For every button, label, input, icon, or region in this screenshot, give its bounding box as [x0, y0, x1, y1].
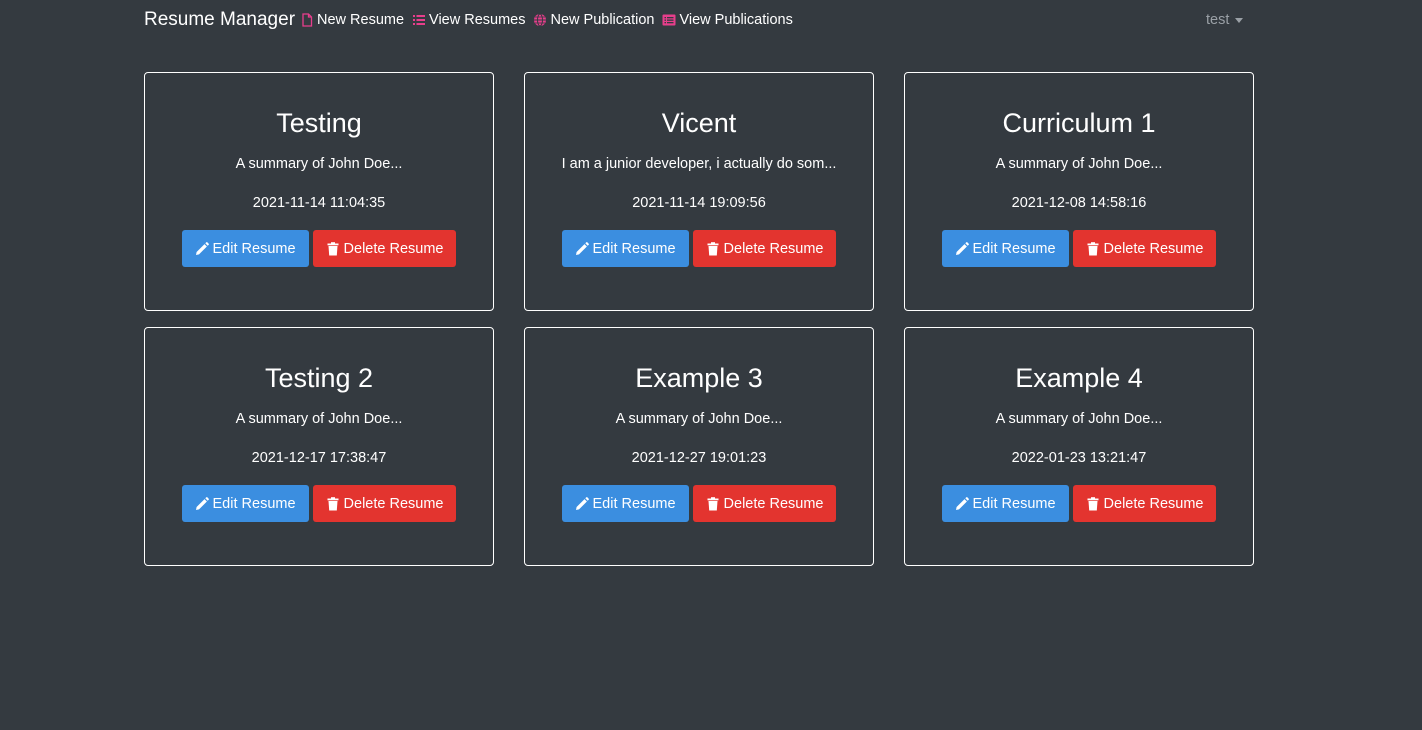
edit-resume-label: Edit Resume: [592, 240, 676, 257]
list-icon: [413, 15, 426, 25]
edit-resume-button[interactable]: Edit Resume: [181, 230, 309, 267]
delete-resume-label: Delete Resume: [723, 495, 824, 512]
list-alt-icon: [662, 14, 676, 26]
resume-title: Example 4: [1015, 363, 1143, 393]
trash-icon: [327, 496, 339, 510]
trash-icon: [1087, 496, 1099, 510]
delete-resume-button[interactable]: Delete Resume: [692, 230, 837, 267]
resume-summary: A summary of John Doe...: [615, 411, 783, 427]
edit-resume-button[interactable]: Edit Resume: [941, 485, 1069, 522]
edit-resume-button[interactable]: Edit Resume: [561, 230, 689, 267]
delete-resume-button[interactable]: Delete Resume: [1072, 485, 1217, 522]
resume-title: Curriculum 1: [1002, 108, 1156, 138]
pencil-icon: [955, 496, 969, 510]
trash-icon: [707, 496, 719, 510]
resume-summary: I am a junior developer, i actually do s…: [561, 156, 837, 172]
resume-title: Example 3: [635, 363, 763, 393]
delete-resume-label: Delete Resume: [723, 240, 824, 257]
nav-view-resumes[interactable]: View Resumes: [412, 12, 525, 28]
resume-date: 2021-11-14 11:04:35: [252, 195, 386, 211]
resume-card: Example 4 A summary of John Doe... 2022-…: [904, 327, 1254, 566]
trash-icon: [327, 241, 339, 255]
pencil-icon: [955, 241, 969, 255]
resume-actions: Edit Resume Delete Resume: [905, 485, 1253, 522]
trash-icon: [707, 241, 719, 255]
edit-resume-button[interactable]: Edit Resume: [561, 485, 689, 522]
delete-resume-label: Delete Resume: [1103, 240, 1204, 257]
user-name: test: [1206, 12, 1230, 28]
edit-resume-label: Edit Resume: [212, 495, 296, 512]
nav-view-publications[interactable]: View Publications: [662, 12, 793, 28]
pencil-icon: [195, 496, 209, 510]
nav-links: New Resume View Resumes New Publication: [300, 12, 793, 28]
resume-title: Testing 2: [264, 363, 374, 393]
nav-view-publications-label: View Publications: [679, 12, 793, 28]
nav-new-resume[interactable]: New Resume: [300, 12, 404, 28]
resume-card: Testing 2 A summary of John Doe... 2021-…: [144, 327, 494, 566]
globe-icon: [534, 13, 547, 27]
delete-resume-label: Delete Resume: [1103, 495, 1204, 512]
resume-date: 2021-11-14 19:09:56: [632, 195, 766, 211]
resume-summary: A summary of John Doe...: [235, 156, 403, 172]
resume-actions: Edit Resume Delete Resume: [525, 230, 873, 267]
resume-card: Vicent I am a junior developer, i actual…: [524, 72, 874, 311]
edit-resume-label: Edit Resume: [972, 240, 1056, 257]
navbar: Resume Manager New Resume View Resumes N…: [0, 0, 1422, 42]
resume-actions: Edit Resume Delete Resume: [145, 485, 493, 522]
resume-title: Vicent: [661, 108, 737, 138]
delete-resume-button[interactable]: Delete Resume: [312, 485, 457, 522]
resume-summary: A summary of John Doe...: [995, 156, 1163, 172]
edit-resume-button[interactable]: Edit Resume: [181, 485, 309, 522]
edit-resume-button[interactable]: Edit Resume: [941, 230, 1069, 267]
caret-down-icon: [1235, 17, 1244, 23]
pencil-icon: [575, 496, 589, 510]
resume-actions: Edit Resume Delete Resume: [145, 230, 493, 267]
resume-card: Curriculum 1 A summary of John Doe... 20…: [904, 72, 1254, 311]
resume-date: 2021-12-08 14:58:16: [1011, 195, 1147, 211]
trash-icon: [1087, 241, 1099, 255]
nav-new-resume-label: New Resume: [317, 12, 405, 28]
edit-resume-label: Edit Resume: [592, 495, 676, 512]
edit-resume-label: Edit Resume: [972, 495, 1056, 512]
brand[interactable]: Resume Manager: [144, 9, 295, 31]
delete-resume-button[interactable]: Delete Resume: [692, 485, 837, 522]
delete-resume-button[interactable]: Delete Resume: [1072, 230, 1217, 267]
resume-summary: A summary of John Doe...: [995, 411, 1163, 427]
resume-title: Testing: [276, 108, 362, 138]
delete-resume-button[interactable]: Delete Resume: [312, 230, 457, 267]
resume-card: Example 3 A summary of John Doe... 2021-…: [524, 327, 874, 566]
delete-resume-label: Delete Resume: [343, 240, 444, 257]
nav-new-publication-label: New Publication: [550, 12, 655, 28]
resume-actions: Edit Resume Delete Resume: [525, 485, 873, 522]
user-dropdown[interactable]: test: [1206, 12, 1244, 28]
edit-resume-label: Edit Resume: [212, 240, 296, 257]
resume-date: 2021-12-17 17:38:47: [251, 450, 387, 466]
resume-grid: Testing A summary of John Doe... 2021-11…: [144, 72, 1254, 566]
resume-card: Testing A summary of John Doe... 2021-11…: [144, 72, 494, 311]
resume-summary: A summary of John Doe...: [235, 411, 403, 427]
resume-actions: Edit Resume Delete Resume: [905, 230, 1253, 267]
resume-date: 2022-01-23 13:21:47: [1011, 450, 1147, 466]
nav-new-publication[interactable]: New Publication: [533, 12, 654, 28]
pencil-icon: [195, 241, 209, 255]
resume-date: 2021-12-27 19:01:23: [631, 450, 767, 466]
nav-view-resumes-label: View Resumes: [429, 12, 526, 28]
delete-resume-label: Delete Resume: [343, 495, 444, 512]
pencil-icon: [575, 241, 589, 255]
file-icon: [302, 13, 313, 27]
